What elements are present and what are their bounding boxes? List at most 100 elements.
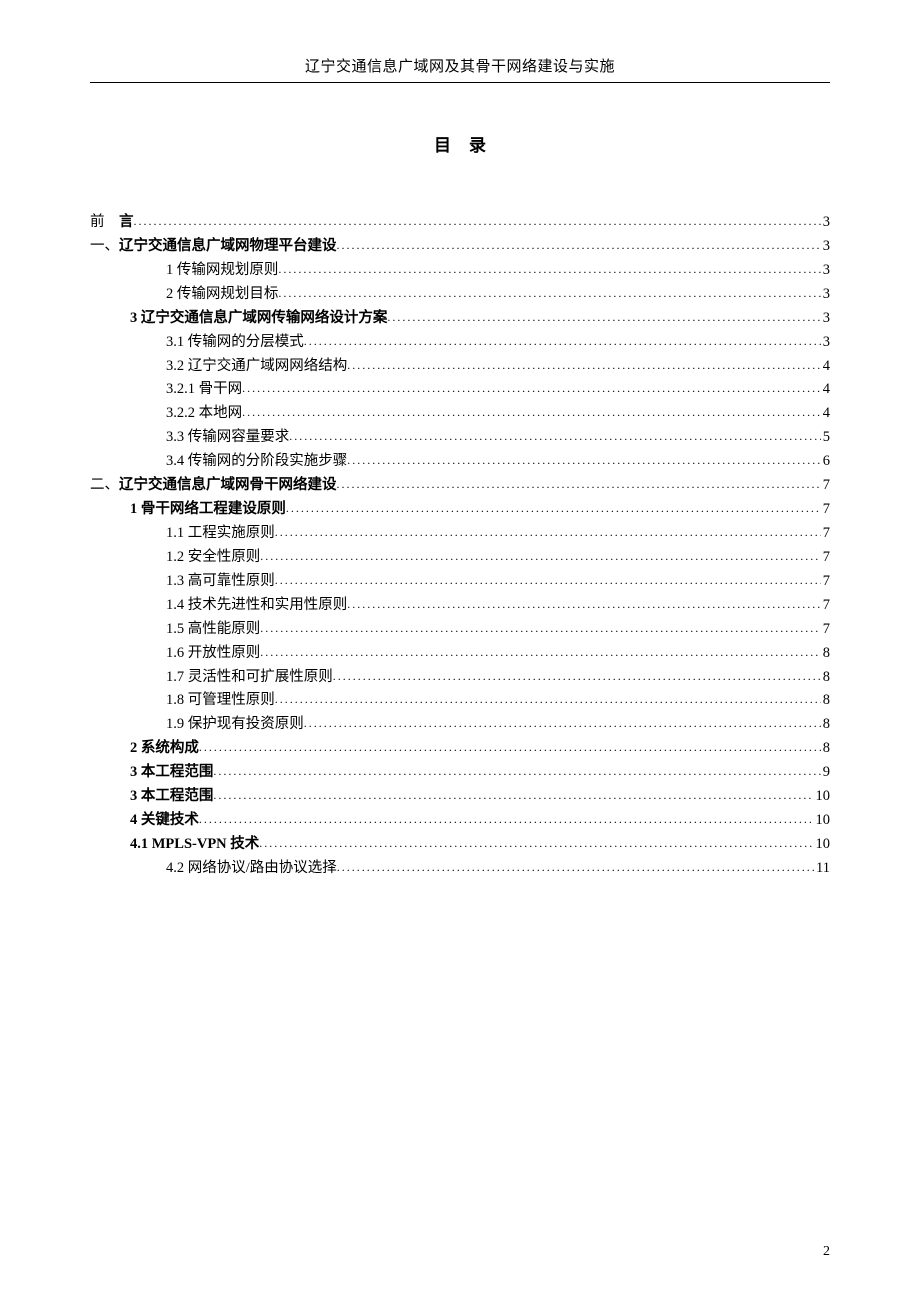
toc-entry-page: 9: [821, 761, 830, 785]
toc-entry-page: 7: [821, 474, 830, 498]
toc-entry-label: 1 骨干网络工程建设原则: [130, 498, 286, 522]
toc-entry-page: 5: [821, 426, 830, 450]
toc-leader-dots: ........................................…: [337, 475, 821, 495]
toc-leader-dots: ........................................…: [347, 595, 821, 615]
toc-entry: 二、辽宁交通信息广域网骨干网络建设.......................…: [90, 474, 830, 498]
toc-entry-label: 1.5 高性能原则: [166, 618, 260, 642]
toc-entry: 1 传输网规划原则...............................…: [90, 259, 830, 283]
toc-leader-dots: ........................................…: [347, 451, 821, 471]
toc-leader-dots: ........................................…: [134, 212, 821, 232]
toc-entry: 1.9 保护现有投资原则............................…: [90, 713, 830, 737]
toc-leader-dots: ........................................…: [260, 643, 821, 663]
toc-entry-page: 8: [821, 666, 830, 690]
toc-leader-dots: ........................................…: [278, 284, 820, 304]
toc-leader-dots: ........................................…: [260, 547, 821, 567]
toc-entry: 3.3 传输网容量要求.............................…: [90, 426, 830, 450]
toc-entry: 3.2 辽宁交通广域网网络结构.........................…: [90, 355, 830, 379]
toc-entry-label: 1.9 保护现有投资原则: [166, 713, 304, 737]
toc-leader-dots: ........................................…: [275, 571, 821, 591]
table-of-contents: 前 言.....................................…: [90, 211, 830, 881]
toc-leader-dots: ........................................…: [242, 379, 821, 399]
toc-entry-label: 1.1 工程实施原则: [166, 522, 275, 546]
toc-entry: 3 本工程范围.................................…: [90, 761, 830, 785]
toc-entry-page: 7: [821, 546, 830, 570]
toc-entry-page: 3: [821, 331, 830, 355]
toc-entry: 3.4 传输网的分阶段实施步骤.........................…: [90, 450, 830, 474]
toc-leader-dots: ........................................…: [275, 690, 821, 710]
toc-entry-label: 一、辽宁交通信息广域网物理平台建设: [90, 235, 337, 259]
toc-leader-dots: ........................................…: [337, 236, 821, 256]
page-number: 2: [823, 1244, 830, 1260]
toc-entry-label: 1.3 高可靠性原则: [166, 570, 275, 594]
toc-leader-dots: ........................................…: [337, 858, 814, 878]
document-header-title: 辽宁交通信息广域网及其骨干网络建设与实施: [0, 0, 920, 82]
toc-leader-dots: ........................................…: [333, 667, 821, 687]
toc-entry-page: 10: [814, 833, 831, 857]
toc-entry-page: 8: [821, 737, 830, 761]
toc-entry-label: 3 辽宁交通信息广域网传输网络设计方案: [130, 307, 387, 331]
toc-leader-dots: ........................................…: [387, 308, 820, 328]
toc-entry: 3.2.2 本地网...............................…: [90, 402, 830, 426]
toc-entry-label: 3.4 传输网的分阶段实施步骤: [166, 450, 347, 474]
toc-entry: 1.5 高性能原则...............................…: [90, 618, 830, 642]
toc-entry: 1.3 高可靠性原则..............................…: [90, 570, 830, 594]
toc-entry: 1 骨干网络工程建设原则 ...........................…: [90, 498, 830, 522]
toc-entry-label: 3.1 传输网的分层模式: [166, 331, 304, 355]
toc-entry-label: 二、辽宁交通信息广域网骨干网络建设: [90, 474, 337, 498]
toc-entry-page: 3: [821, 235, 830, 259]
toc-entry: 1.1 工程实施原则..............................…: [90, 522, 830, 546]
toc-entry: 2 系统构成..................................…: [90, 737, 830, 761]
toc-entry: 1.7 灵活性和可扩展性原则..........................…: [90, 666, 830, 690]
toc-entry-label: 3.3 传输网容量要求: [166, 426, 289, 450]
toc-entry-page: 7: [821, 618, 830, 642]
toc-entry-label: 1.4 技术先进性和实用性原则: [166, 594, 347, 618]
toc-entry: 4.2 网络协议/路由协议选择.........................…: [90, 857, 830, 881]
toc-entry: 前 言.....................................…: [90, 211, 830, 235]
toc-entry-page: 7: [821, 570, 830, 594]
toc-leader-dots: ........................................…: [213, 786, 813, 806]
toc-entry: 1.4 技术先进性和实用性原则.........................…: [90, 594, 830, 618]
toc-entry-page: 3: [821, 283, 830, 307]
toc-entry-page: 4: [821, 402, 830, 426]
toc-leader-dots: ........................................…: [304, 714, 821, 734]
toc-entry-page: 10: [814, 785, 831, 809]
toc-entry: 3 本工程范围.................................…: [90, 785, 830, 809]
toc-entry-page: 11: [814, 857, 830, 881]
toc-entry-page: 8: [821, 689, 830, 713]
toc-entry-page: 4: [821, 355, 830, 379]
toc-leader-dots: ........................................…: [275, 523, 821, 543]
toc-leader-dots: ........................................…: [259, 834, 813, 854]
toc-entry-label: 4.2 网络协议/路由协议选择: [166, 857, 337, 881]
toc-entry-label: 2 系统构成: [130, 737, 199, 761]
toc-entry: 4 关键技术..................................…: [90, 809, 830, 833]
toc-entry-label: 1.8 可管理性原则: [166, 689, 275, 713]
toc-entry: 一、辽宁交通信息广域网物理平台建设 ......................…: [90, 235, 830, 259]
toc-entry-page: 4: [821, 378, 830, 402]
toc-entry-page: 8: [821, 642, 830, 666]
toc-entry-page: 3: [821, 259, 830, 283]
toc-leader-dots: ........................................…: [199, 810, 814, 830]
toc-entry: 3 辽宁交通信息广域网传输网络设计方案 ....................…: [90, 307, 830, 331]
toc-entry-label: 1.7 灵活性和可扩展性原则: [166, 666, 333, 690]
toc-entry-page: 3: [821, 307, 830, 331]
toc-entry-page: 7: [821, 498, 830, 522]
toc-entry-label: 3.2.1 骨干网: [166, 378, 242, 402]
toc-entry: 1.6 开放性原则...............................…: [90, 642, 830, 666]
toc-entry-label: 3 本工程范围: [130, 761, 213, 785]
toc-leader-dots: ........................................…: [213, 762, 820, 782]
toc-entry-page: 7: [821, 594, 830, 618]
toc-entry: 3.2.1 骨干网...............................…: [90, 378, 830, 402]
toc-entry: 4.1 MPLS-VPN 技术 ........................…: [90, 833, 830, 857]
toc-entry-label: 4 关键技术: [130, 809, 199, 833]
toc-entry-page: 10: [814, 809, 831, 833]
toc-leader-dots: ........................................…: [199, 738, 821, 758]
toc-entry: 1.8 可管理性原则..............................…: [90, 689, 830, 713]
toc-entry: 3.1 传输网的分层模式............................…: [90, 331, 830, 355]
toc-entry: 2 传输网规划目标...............................…: [90, 283, 830, 307]
toc-leader-dots: ........................................…: [242, 403, 821, 423]
toc-leader-dots: ........................................…: [286, 499, 821, 519]
toc-entry-label: 1.2 安全性原则: [166, 546, 260, 570]
toc-entry-page: 6: [821, 450, 830, 474]
toc-leader-dots: ........................................…: [260, 619, 821, 639]
toc-entry-label: 3 本工程范围: [130, 785, 213, 809]
